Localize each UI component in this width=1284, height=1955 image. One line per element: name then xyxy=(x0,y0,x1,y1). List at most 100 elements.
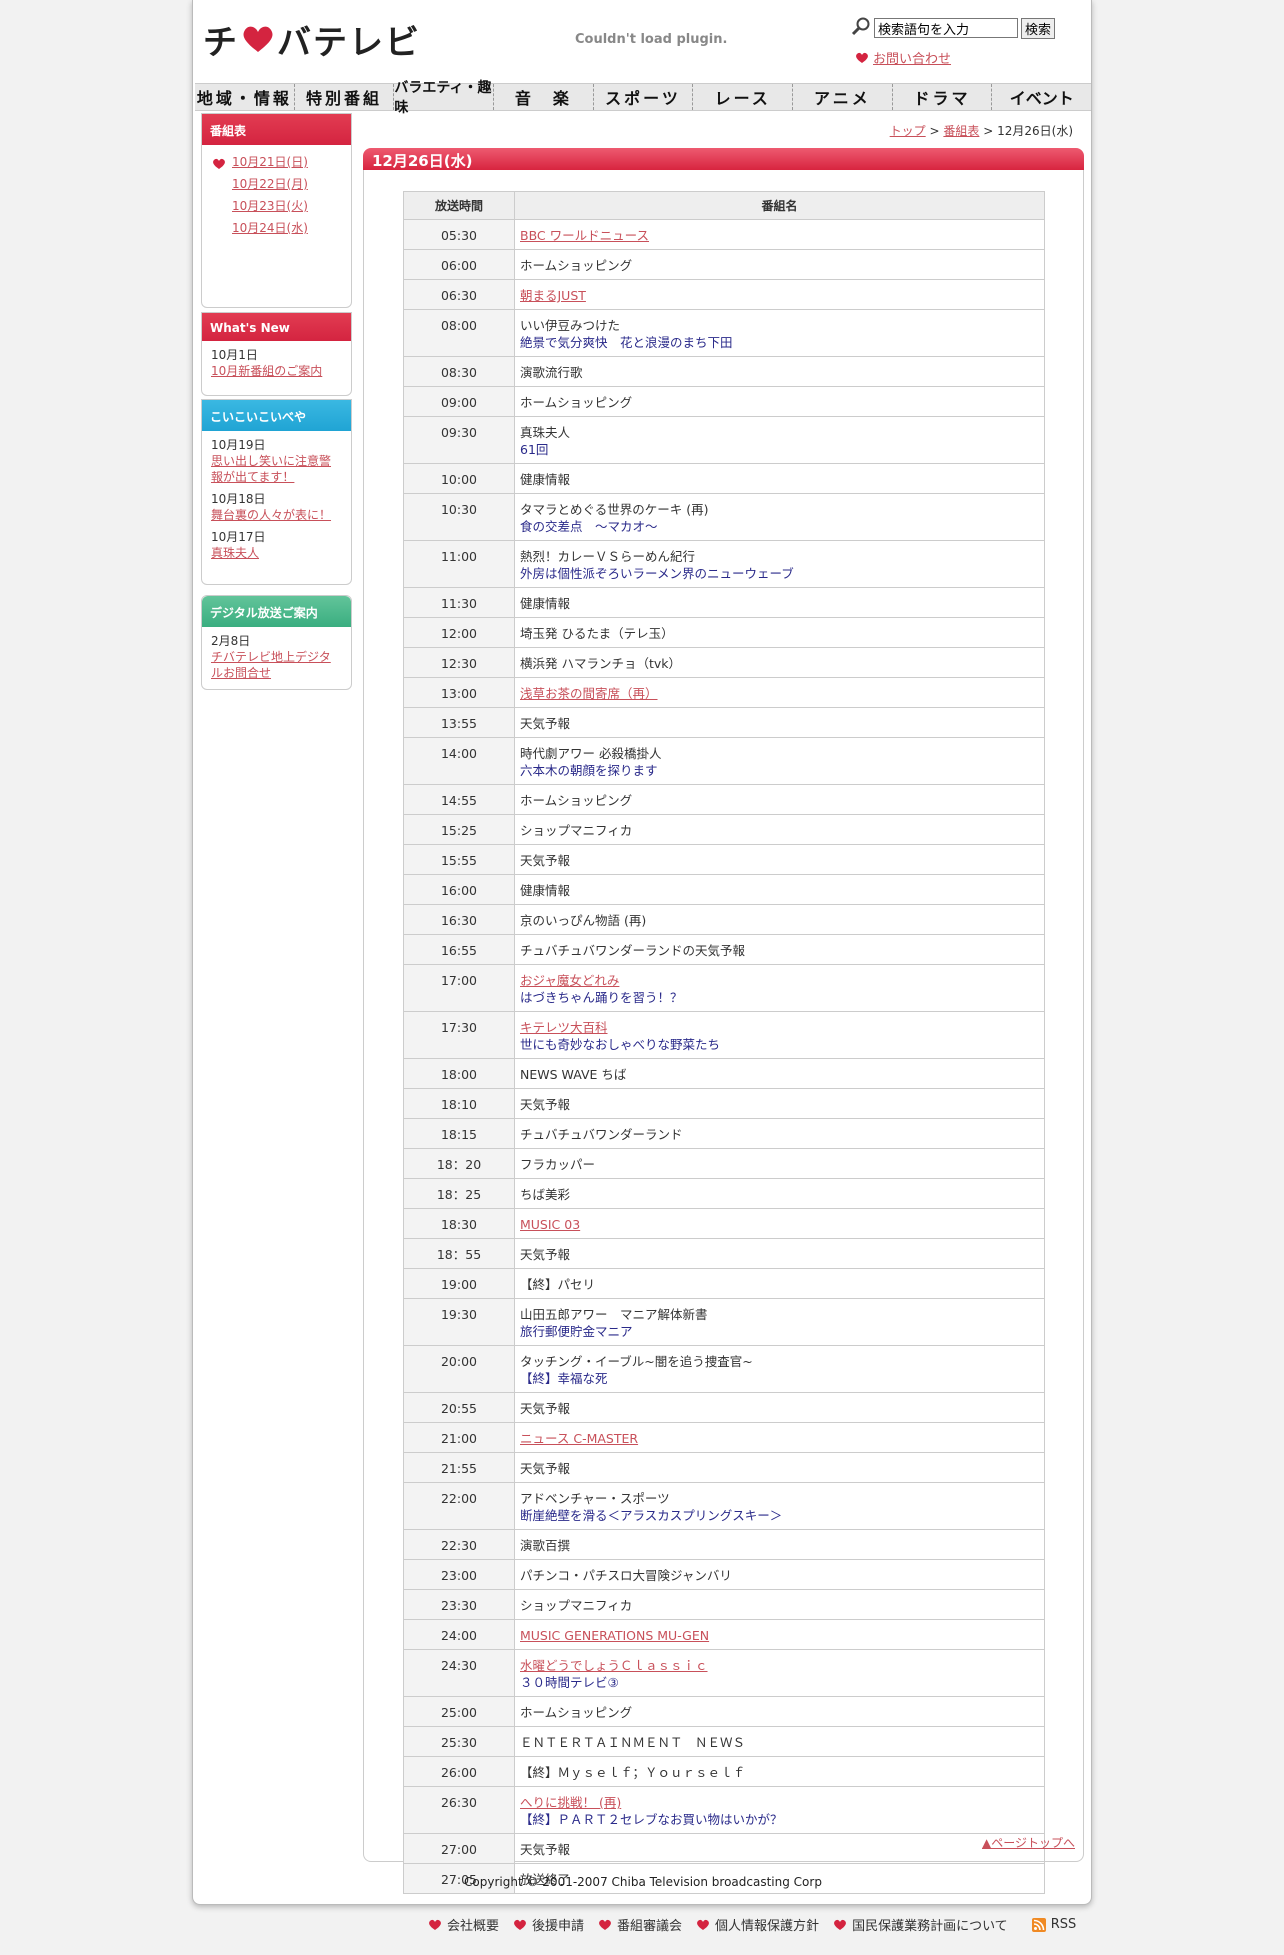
program-link[interactable]: 朝まるJUST xyxy=(520,288,586,303)
nav-item-variety[interactable]: バラエティ・趣味 xyxy=(394,80,495,116)
program-cell: 時代劇アワー 必殺橋掛人 六本木の朝顔を探ります xyxy=(514,737,1045,785)
program-episode: 六本木の朝顔を探ります xyxy=(520,763,658,778)
program-name: 時代劇アワー 必殺橋掛人 xyxy=(520,746,662,761)
program-link[interactable]: キテレツ大百科 xyxy=(520,1020,608,1035)
broadcast-time: 14:00 xyxy=(403,737,515,785)
broadcast-time: 22:30 xyxy=(403,1529,515,1560)
footer-item-rss[interactable]: RSS xyxy=(1031,1917,1077,1932)
footer-item[interactable]: 後援申請 xyxy=(513,1915,584,1934)
breadcrumb-schedule-link[interactable]: 番組表 xyxy=(943,124,979,138)
footer-item[interactable]: 国民保護業務計画について xyxy=(833,1915,1008,1934)
schedule-panel: 放送時間 番組名 05:30 BBC ワールドニュース 06:00 ホームショッピング… xyxy=(363,170,1084,1894)
program-link[interactable]: BBC ワールドニュース xyxy=(520,228,649,243)
search-input[interactable] xyxy=(874,18,1018,38)
koi-entry: 10月19日 思い出し笑いに注意警報が出てます！ xyxy=(211,437,342,485)
footer-link-council[interactable]: 番組審議会 xyxy=(617,1915,682,1934)
program-episode: はづきちゃん踊りを習う！？ xyxy=(520,990,683,1005)
contact-link[interactable]: お問い合わせ xyxy=(873,48,951,67)
program-link[interactable]: ニュース C-MASTER xyxy=(520,1431,638,1446)
program-link[interactable]: MUSIC GENERATIONS MU-GEN xyxy=(520,1628,709,1643)
broadcast-time: 19:00 xyxy=(403,1268,515,1299)
table-row: 16:30 京のいっぴん物語 (再) xyxy=(403,904,1045,935)
search-button[interactable]: 検索 xyxy=(1021,17,1056,39)
program-cell: ＥＮＴＥＲＴＡＩＮＭＥＮＴ ＮＥＷＳ xyxy=(514,1726,1045,1757)
table-row: 09:00 ホームショッピング xyxy=(403,386,1045,417)
nav-item-race[interactable]: レース xyxy=(693,84,794,110)
broadcast-time: 09:30 xyxy=(403,416,515,464)
table-row: 23:30 ショップマニフィカ xyxy=(403,1589,1045,1620)
nav-item-music[interactable]: 音 楽 xyxy=(494,84,594,110)
table-row: 25:00 ホームショッピング xyxy=(403,1696,1045,1727)
program-link[interactable]: へりに挑戦！ (再) xyxy=(520,1795,621,1810)
program-cell: ショップマニフィカ xyxy=(514,1589,1045,1620)
whatsnew-link[interactable]: 10月新番組のご案内 xyxy=(211,364,322,378)
program-link[interactable]: 水曜どうでしょうＣｌａｓｓｉｃ xyxy=(520,1658,708,1673)
table-row: 11:30 健康情報 xyxy=(403,587,1045,618)
footer-item[interactable]: 番組審議会 xyxy=(598,1915,682,1934)
nav-item-anime[interactable]: アニメ xyxy=(793,84,893,110)
nav-item-region[interactable]: 地域・情報 xyxy=(195,84,295,110)
heart-icon xyxy=(599,1919,611,1930)
digital-link[interactable]: チバテレビ地上デジタルお問合せ xyxy=(211,650,331,680)
program-cell: 京のいっぴん物語 (再) xyxy=(514,904,1045,935)
broadcast-time: 11:30 xyxy=(403,587,515,618)
page-title: 12月26日(水) xyxy=(363,148,1084,170)
sidebar-digital-box: デジタル放送ご案内 2月8日 チバテレビ地上デジタルお問合せ xyxy=(201,595,352,690)
program-name: 天気予報 xyxy=(520,716,571,731)
sidebar-date-link[interactable]: 10月23日(火) xyxy=(232,199,308,213)
rss-icon xyxy=(1031,1917,1046,1932)
footer-link-privacy[interactable]: 個人情報保護方針 xyxy=(715,1915,819,1934)
program-name: 【終】Ｍｙｓｅｌｆ；Ｙｏｕｒｓｅｌｆ xyxy=(520,1765,746,1780)
broadcast-time: 18：20 xyxy=(403,1148,515,1179)
sidebar-koi-box: こいこいこいべや 10月19日 思い出し笑いに注意警報が出てます！ 10月18日… xyxy=(201,399,352,585)
footer-link-civil-protection[interactable]: 国民保護業務計画について xyxy=(852,1915,1008,1934)
program-cell: チュバチュバワンダーランドの天気予報 xyxy=(514,934,1045,965)
program-link[interactable]: おジャ魔女どれみ xyxy=(520,973,619,988)
program-cell: 山田五郎アワー マニア解体新書 旅行郵便貯金マニア xyxy=(514,1298,1045,1346)
breadcrumb-top-link[interactable]: トップ xyxy=(890,124,926,138)
program-episode: 食の交差点 ～マカオ～ xyxy=(520,519,658,534)
footer-link-rss[interactable]: RSS xyxy=(1051,1917,1077,1932)
sidebar-schedule-box: 番組表 10月21日(日) 10月22日(月) 10月23日(火) 10月24日… xyxy=(201,113,352,308)
broadcast-time: 26:00 xyxy=(403,1756,515,1787)
footer-item[interactable]: 会社概要 xyxy=(428,1915,499,1934)
table-row: 22:30 演歌百撰 xyxy=(403,1529,1045,1560)
broadcast-time: 18:00 xyxy=(403,1058,515,1089)
table-row: 21:55 天気予報 xyxy=(403,1452,1045,1483)
nav-item-sports[interactable]: スポーツ xyxy=(594,84,694,110)
koi-entry-link[interactable]: 舞台裏の人々が表に！ xyxy=(211,508,331,522)
program-cell: 朝まるJUST xyxy=(514,279,1045,310)
table-row: 18:10 天気予報 xyxy=(403,1088,1045,1119)
sidebar-date-link[interactable]: 10月22日(月) xyxy=(232,177,308,191)
logo-text-batele: バテレビ xyxy=(277,22,421,63)
footer-link-company[interactable]: 会社概要 xyxy=(447,1915,499,1934)
koi-entry: 10月18日 舞台裏の人々が表に！ xyxy=(211,491,342,523)
program-link[interactable]: MUSIC 03 xyxy=(520,1217,580,1232)
broadcast-time: 18:10 xyxy=(403,1088,515,1119)
footer-link-sponsorship[interactable]: 後援申請 xyxy=(532,1915,584,1934)
nav-item-event[interactable]: イベント xyxy=(992,84,1091,110)
table-row: 06:00 ホームショッピング xyxy=(403,249,1045,280)
program-name: 天気予報 xyxy=(520,1401,571,1416)
footer-item[interactable]: 個人情報保護方針 xyxy=(696,1915,819,1934)
sidebar-date-link[interactable]: 10月21日(日) xyxy=(232,155,308,169)
site-logo[interactable]: チ バテレビ xyxy=(203,18,421,63)
table-row: 08:30 演歌流行歌 xyxy=(403,356,1045,387)
sidebar-date-link[interactable]: 10月24日(水) xyxy=(232,221,308,235)
broadcast-time: 16:00 xyxy=(403,874,515,905)
nav-item-drama[interactable]: ドラマ xyxy=(893,84,993,110)
koi-entry-link[interactable]: 思い出し笑いに注意警報が出てます！ xyxy=(211,454,331,484)
nav-item-special[interactable]: 特別番組 xyxy=(295,84,395,110)
breadcrumb-current: 12月26日(水) xyxy=(997,124,1073,138)
program-cell: 真珠夫人 61回 xyxy=(514,416,1045,464)
program-episode: 【終】幸福な死 xyxy=(520,1371,608,1386)
broadcast-time: 17:30 xyxy=(403,1011,515,1059)
program-link[interactable]: 浅草お茶の間寄席（再） xyxy=(520,686,658,701)
table-header-row: 放送時間 番組名 xyxy=(403,191,1045,220)
broadcast-time: 19:30 xyxy=(403,1298,515,1346)
program-name: 天気予報 xyxy=(520,1097,571,1112)
broadcast-time: 23:00 xyxy=(403,1559,515,1590)
broadcast-time: 18:15 xyxy=(403,1118,515,1149)
koi-entry-link[interactable]: 真珠夫人 xyxy=(211,546,259,560)
page-top-link[interactable]: ▲ページトップへ xyxy=(982,1834,1075,1851)
